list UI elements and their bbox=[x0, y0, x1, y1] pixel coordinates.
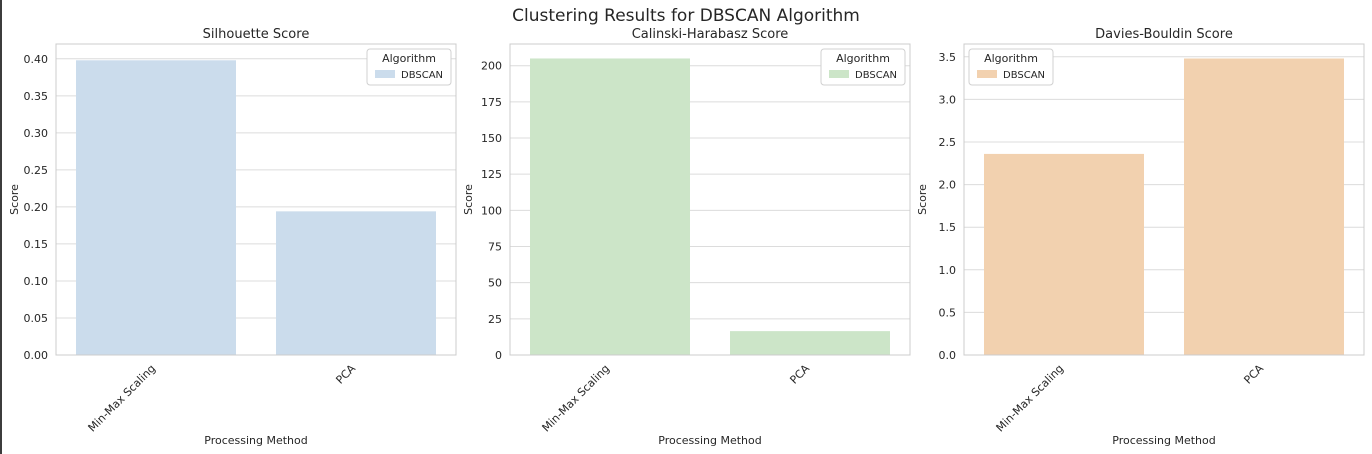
y-tick-label: 25 bbox=[488, 313, 502, 326]
bar-1 bbox=[984, 153, 1144, 355]
bar-1 bbox=[76, 60, 236, 356]
legend-label: DBSCAN bbox=[855, 70, 897, 81]
y-tick-label: 0.0 bbox=[939, 349, 957, 362]
legend-title: Algorithm bbox=[984, 52, 1038, 65]
chart-panel-2: 0 25 50 75 100 125 150 175 200 Min-Max Scaling PCA… bbox=[462, 27, 911, 447]
y-tick-label: 2.0 bbox=[939, 179, 957, 192]
x-tick-label: PCA bbox=[787, 362, 812, 387]
y-tick-label: 3.5 bbox=[939, 51, 957, 64]
x-axis-label: Processing Method bbox=[1112, 434, 1216, 447]
y-axis-label: Score bbox=[462, 184, 475, 215]
x-tick-label: Min-Max Scaling bbox=[994, 362, 1067, 435]
y-tick-label: 0.40 bbox=[24, 53, 49, 66]
y-tick-label: 50 bbox=[488, 277, 502, 290]
y-tick-label: 0.00 bbox=[24, 349, 49, 362]
legend: Algorithm DBSCAN bbox=[366, 48, 452, 86]
x-tick-label: PCA bbox=[333, 362, 358, 387]
y-tick-label: 3.0 bbox=[939, 93, 957, 106]
y-tick-label: 0.30 bbox=[24, 127, 49, 140]
legend-title: Algorithm bbox=[836, 52, 890, 65]
chart-panel-1: 0.00 0.05 0.10 0.15 0.20 0.25 0.30 0.35 0.40 Min-… bbox=[8, 27, 457, 447]
y-tick-label: 0.05 bbox=[24, 312, 49, 325]
x-tick-label: Min-Max Scaling bbox=[86, 362, 159, 435]
y-axis-label: Score bbox=[916, 184, 929, 215]
y-tick-label: 75 bbox=[488, 241, 502, 254]
x-axis-label: Processing Method bbox=[658, 434, 762, 447]
y-tick-label: 0.15 bbox=[24, 238, 49, 251]
y-tick-label: 0.5 bbox=[939, 306, 957, 319]
legend-swatch bbox=[977, 70, 997, 78]
y-axis-label: Score bbox=[8, 184, 21, 215]
y-tick-label: 200 bbox=[481, 60, 502, 73]
y-tick-label: 100 bbox=[481, 204, 502, 217]
legend-label: DBSCAN bbox=[401, 70, 443, 81]
y-tick-label: 2.5 bbox=[939, 136, 957, 149]
y-tick-label: 125 bbox=[481, 168, 502, 181]
y-tick-label: 1.5 bbox=[939, 221, 957, 234]
bar-2 bbox=[1184, 58, 1344, 356]
y-tick-label: 175 bbox=[481, 96, 502, 109]
y-tick-label: 0.20 bbox=[24, 201, 49, 214]
bar-2 bbox=[276, 211, 436, 355]
bar-1 bbox=[530, 58, 690, 355]
legend-swatch bbox=[375, 70, 395, 78]
y-tick-label: 1.0 bbox=[939, 264, 957, 277]
legend-swatch bbox=[829, 70, 849, 78]
x-tick-label: PCA bbox=[1241, 362, 1266, 387]
legend-label: DBSCAN bbox=[1003, 70, 1045, 81]
legend: Algorithm DBSCAN bbox=[968, 48, 1054, 86]
y-tick-label: 0 bbox=[495, 349, 502, 362]
figure: Clustering Results for DBSCAN Algorithm … bbox=[8, 6, 1365, 447]
y-tick-label: 0.35 bbox=[24, 90, 49, 103]
y-tick-label: 0.25 bbox=[24, 164, 49, 177]
x-axis-label: Processing Method bbox=[204, 434, 308, 447]
bar-2 bbox=[730, 331, 890, 355]
figure-title: Clustering Results for DBSCAN Algorithm bbox=[512, 6, 860, 26]
chart-panel-3: 0.0 0.5 1.0 1.5 2.0 2.5 3.0 3.5 Min-Max Scaling P… bbox=[916, 27, 1365, 447]
y-tick-label: 0.10 bbox=[24, 275, 49, 288]
y-tick-label: 150 bbox=[481, 132, 502, 145]
panels: 0.000.050.100.150.200.250.300.350.40Min-… bbox=[8, 27, 1365, 447]
x-tick-label: Min-Max Scaling bbox=[540, 362, 613, 435]
legend: Algorithm DBSCAN bbox=[820, 48, 906, 86]
subplot-title: Davies-Bouldin Score bbox=[1095, 27, 1233, 42]
legend-title: Algorithm bbox=[382, 52, 436, 65]
subplot-title: Calinski-Harabasz Score bbox=[632, 27, 789, 42]
subplot-title: Silhouette Score bbox=[203, 27, 310, 42]
